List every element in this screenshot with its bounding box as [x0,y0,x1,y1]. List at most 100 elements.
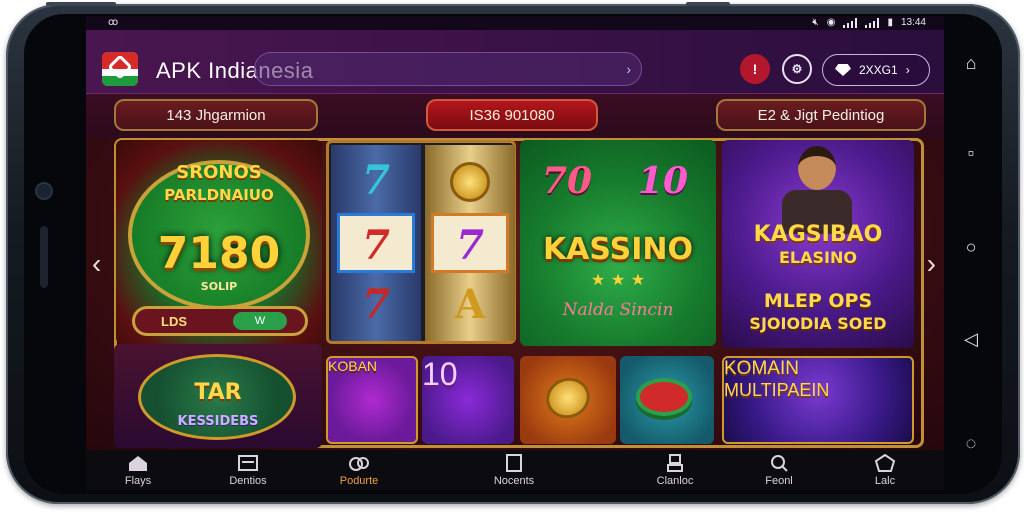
tile-subtitle: PARLDNAIUO [164,186,274,204]
tile-title: TAR [194,380,242,405]
gear-icon: ⚙ [791,62,803,76]
mute-icon: 🔇︎ [812,17,819,28]
home-nav-icon[interactable]: ⌂ [960,52,982,74]
game-tile-chip[interactable] [620,356,714,444]
game-tile-koban[interactable]: KOBAN [326,356,418,444]
exclamation-icon: ! [752,61,758,77]
system-nav: ⌂ ▫ ○ ◁ ◌ [948,16,996,486]
back-nav-icon[interactable]: ◁ [960,328,982,350]
tile-title: KAGSIBAO [753,222,883,247]
tile-title: SRONOS [176,162,262,183]
tile-line: SJOIODIA SOED [749,314,887,333]
home-icon [129,456,147,471]
tile-bar-label: LDS [161,314,187,329]
chevron-right-icon: › [626,61,631,77]
power-button [686,2,730,6]
tile-caption: SOLIP [200,280,238,293]
tile-subtitle: MULTIPAEIN [724,380,830,400]
game-tile-coin[interactable] [520,356,616,444]
tile-amount: 7180 [157,228,281,279]
tile-bar-button[interactable]: W [233,312,287,330]
signal-icon-2 [865,17,880,28]
game-tile-kagsibao[interactable]: KAGSIBAO ELASINO MLEP OPS SJOIODIA SOED [722,140,914,348]
search-input[interactable]: › [254,52,642,86]
reel-symbol: 7 [337,213,415,273]
slot-reels[interactable]: 7 7 7 7 A [326,140,516,344]
reel-2: 7 A [425,145,515,341]
tile-title: KASSINO [542,232,694,267]
nav-label: Lalc [874,475,896,487]
game-tile-kassino[interactable]: 70 10 KASSINO ★ ★ ★ Nalda Sincin [520,140,716,346]
tile-script: Nalda Sincin [562,300,674,320]
nav-label: Podurte [339,475,379,487]
coin-icon [540,371,596,425]
reel-symbol: A [454,281,486,328]
recents-nav-icon[interactable]: ▫ [960,142,982,164]
nav-item-clanloc[interactable]: Clanloc [630,454,720,487]
nav-item-dentios[interactable]: Dentios [203,454,293,487]
account-label: 2XXG1 [859,63,898,77]
circle-nav-icon[interactable]: ○ [960,236,982,258]
nav-label: Dentios [229,475,267,487]
nav-label: Nocents [493,475,535,487]
nav-label: Flays [124,475,152,487]
tile-title: 10 [422,356,458,392]
tile-title: KOBAN [328,358,378,374]
arrow-right-icon[interactable]: › [927,248,936,280]
info-bar: 143 Jhgarmion IS36 901080 E2 & Jigt Pedi… [86,94,944,138]
document-icon [506,454,522,472]
reel-1: 7 7 7 [331,145,421,341]
status-bar: ꝏ 🔇︎ ◉ ▮ 13:44 [86,16,944,30]
game-tile-multi[interactable]: KOMAIN MULTIPAEIN [722,356,914,444]
tile-title: KOMAIN [724,358,799,379]
alert-button[interactable]: ! [740,54,770,84]
game-tile-sronos[interactable]: SRONOS PARLDNAIUO 7180 SOLIP LDS W [116,140,322,344]
front-camera-icon [37,184,51,198]
game-grid: ‹ › SRONOS PARLDNAIUO 7180 SOLIP LDS W T… [86,138,944,450]
reel-symbol: 7 [362,157,390,204]
game-tile-tar[interactable]: TAR KESSIDEBS [114,344,322,448]
total-pill[interactable]: IS36 901080 [426,99,598,131]
diamond-icon [835,64,851,76]
bottom-nav: Flays Dentios Podurte Nocents Clanloc Fe… [86,450,944,490]
coin-icon [431,151,509,211]
volume-button [46,2,116,6]
search-icon [771,455,788,472]
tile-subtitle: ELASINO [779,248,857,267]
signal-icon [843,17,858,28]
assistant-nav-icon[interactable]: ◌ [960,432,982,454]
character-image [782,146,852,234]
stars-icon: ★ ★ ★ [590,270,646,289]
app-screen: ꝏ 🔇︎ ◉ ▮ 13:44 APK Indianesia › ! ⚙ 2XXG… [86,16,944,490]
jackpot-pill[interactable]: 143 Jhgarmion [114,99,318,131]
user-icon [667,454,683,472]
dice-icon [349,457,369,471]
speaker-grille [40,226,48,288]
nav-item-feonl[interactable]: Feonl [734,454,824,487]
app-logo[interactable] [102,52,138,86]
chevron-icon: › [905,63,910,77]
tile-number: 10 [638,160,689,202]
game-tile-10[interactable]: 10 [422,356,514,444]
tile-bar: LDS W [132,306,308,336]
account-button[interactable]: 2XXG1 › [822,54,930,86]
nav-label: Clanloc [656,475,694,487]
nav-item-flays[interactable]: Flays [93,454,183,487]
nav-item-nocents[interactable]: Nocents [469,454,559,487]
arrow-left-icon[interactable]: ‹ [92,248,101,280]
tile-number: 70 [542,160,593,202]
chip-icon [636,378,692,416]
nav-item-lalc[interactable]: Lalc [840,454,930,487]
tile-subtitle: KESSIDEBS [177,414,259,429]
wifi-icon: ◉ [826,17,836,28]
pending-pill[interactable]: E2 & Jigt Pedintiog [716,99,926,131]
reel-symbol: 7 [431,213,509,273]
tile-line: MLEP OPS [763,290,873,312]
pentagon-icon [874,454,896,472]
app-bar: APK Indianesia › ! ⚙ 2XXG1 › [86,30,944,94]
status-time: 13:44 [900,17,926,28]
settings-button[interactable]: ⚙ [782,54,812,84]
nav-item-podurte[interactable]: Podurte [314,454,404,487]
reel-symbol: 7 [362,281,390,328]
list-icon [238,455,258,471]
